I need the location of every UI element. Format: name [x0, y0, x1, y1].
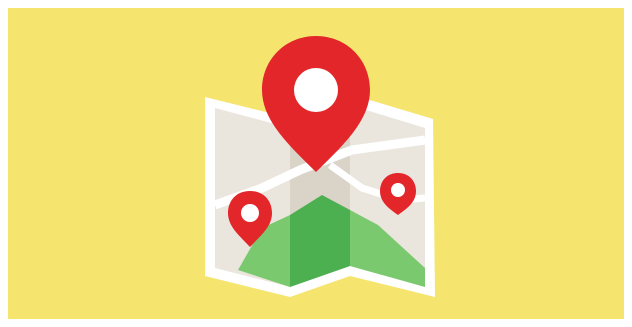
folded-map-icon: [205, 36, 435, 297]
image-frame: [0, 0, 632, 327]
map-illustration: [0, 0, 632, 327]
